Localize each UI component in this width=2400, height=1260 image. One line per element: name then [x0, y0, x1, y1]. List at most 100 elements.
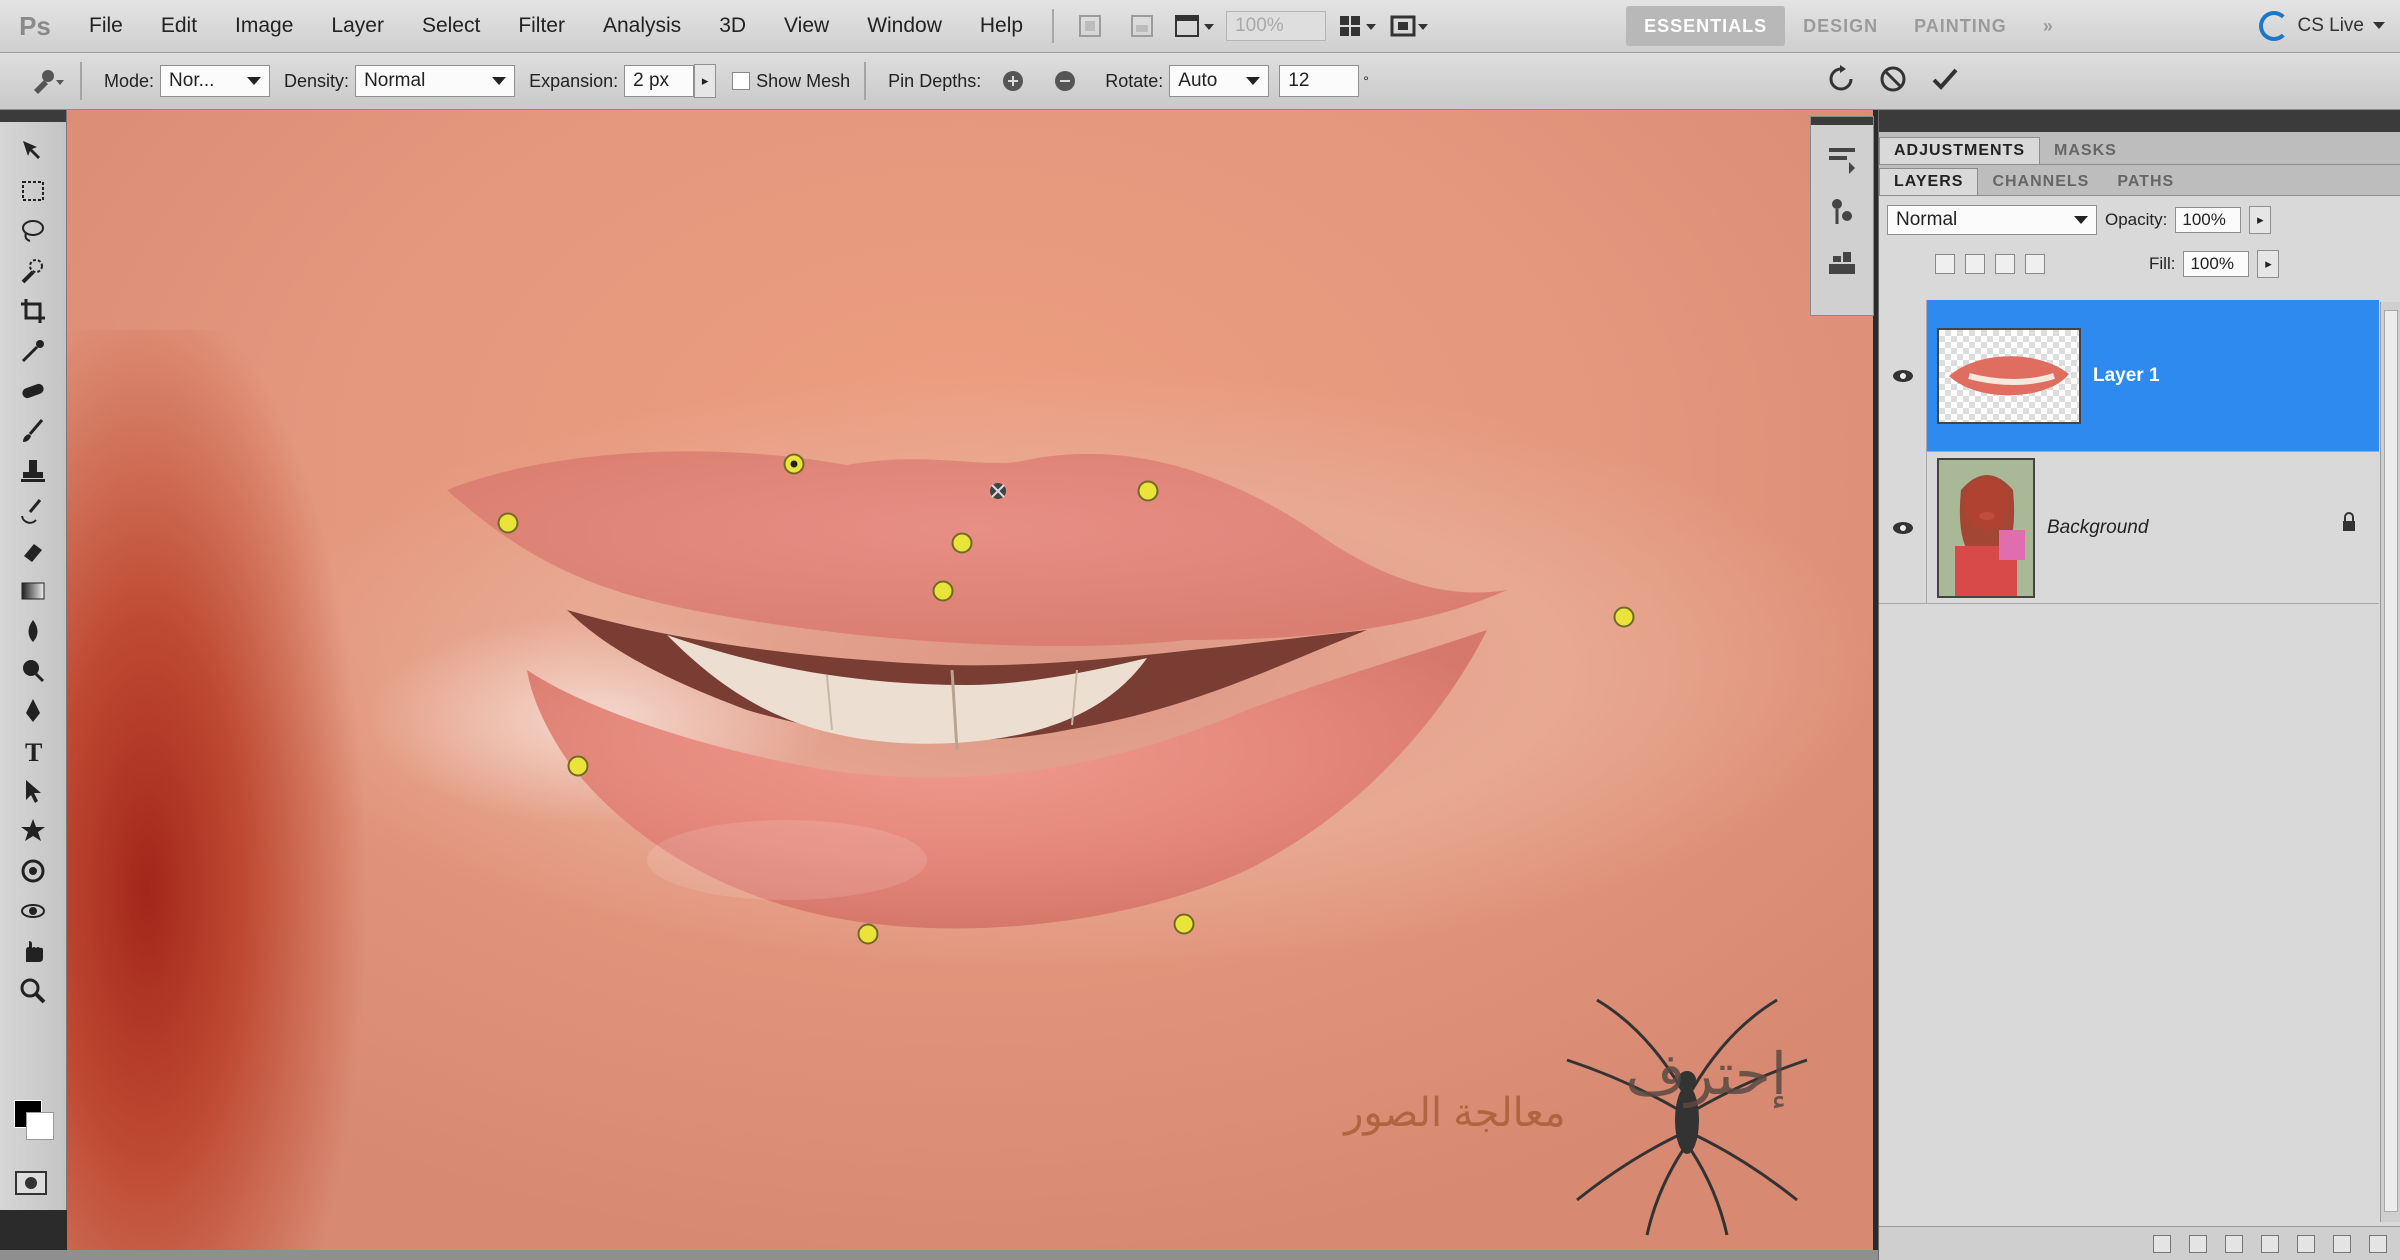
warp-pin[interactable] — [1137, 480, 1159, 502]
eraser-tool-icon[interactable] — [10, 532, 56, 570]
panel-grip[interactable] — [0, 110, 66, 122]
actions-panel-icon[interactable] — [1820, 189, 1864, 233]
panel-grip[interactable] — [1879, 110, 2400, 132]
tab-paths[interactable]: PATHS — [2103, 169, 2188, 195]
warp-pin[interactable] — [1173, 913, 1195, 935]
opacity-input[interactable]: 100% — [2175, 207, 2242, 233]
layer-name[interactable]: Background — [2047, 517, 2148, 539]
launch-bridge-icon[interactable] — [1070, 9, 1110, 43]
view-extras-icon[interactable] — [1174, 9, 1215, 43]
layer-style-icon[interactable] — [2189, 1234, 2207, 1253]
panel-grip[interactable] — [1811, 117, 1873, 125]
arrange-documents-icon[interactable] — [1338, 9, 1378, 43]
screen-mode-icon[interactable] — [1390, 9, 1430, 43]
new-layer-icon[interactable] — [2333, 1234, 2351, 1253]
menu-view[interactable]: View — [765, 14, 848, 38]
pin-forward-icon[interactable] — [993, 64, 1033, 98]
warp-pin[interactable] — [951, 532, 973, 554]
menu-analysis[interactable]: Analysis — [584, 14, 700, 38]
scrollbar-thumb[interactable] — [2384, 310, 2398, 1212]
menu-edit[interactable]: Edit — [142, 14, 216, 38]
visibility-eye-icon[interactable] — [1879, 299, 1927, 452]
workspace-essentials[interactable]: ESSENTIALS — [1626, 6, 1786, 46]
warp-pin[interactable] — [932, 580, 954, 602]
shape-tool-icon[interactable] — [10, 812, 56, 850]
clone-stamp-tool-icon[interactable] — [10, 452, 56, 490]
eyedropper-tool-icon[interactable] — [10, 332, 56, 370]
blend-mode-select[interactable]: Normal — [1887, 205, 2097, 235]
menu-3d[interactable]: 3D — [700, 14, 765, 38]
layers-scrollbar[interactable] — [2380, 302, 2400, 1222]
density-select[interactable]: Normal — [355, 65, 516, 97]
layer-comps-panel-icon[interactable] — [1820, 243, 1864, 287]
warp-pin[interactable] — [497, 512, 519, 534]
workspace-design[interactable]: DESIGN — [1785, 6, 1896, 46]
tab-channels[interactable]: CHANNELS — [1978, 169, 2103, 195]
history-brush-tool-icon[interactable] — [10, 492, 56, 530]
tab-layers[interactable]: LAYERS — [1879, 168, 1979, 195]
pen-tool-icon[interactable] — [10, 692, 56, 730]
document-canvas[interactable]: إحترف معالجة الصور — [67, 110, 1873, 1260]
lock-all-icon[interactable] — [2025, 254, 2045, 274]
path-selection-tool-icon[interactable] — [10, 772, 56, 810]
lock-pixels-icon[interactable] — [1965, 254, 1985, 274]
new-group-icon[interactable] — [2297, 1234, 2315, 1253]
move-tool-icon[interactable] — [10, 132, 56, 170]
visibility-eye-icon[interactable] — [1879, 451, 1927, 604]
layer-name[interactable]: Layer 1 — [2093, 365, 2160, 387]
3d-rotate-tool-icon[interactable] — [10, 852, 56, 890]
cs-live-button[interactable]: CS Live — [2259, 11, 2400, 41]
warp-pin[interactable] — [567, 755, 589, 777]
warp-pin[interactable] — [1613, 606, 1635, 628]
menu-filter[interactable]: Filter — [499, 14, 584, 38]
menu-layer[interactable]: Layer — [312, 14, 403, 38]
quick-selection-tool-icon[interactable] — [10, 252, 56, 290]
launch-mini-bridge-icon[interactable] — [1122, 9, 1162, 43]
puppet-warp-tool-preset-icon[interactable] — [26, 64, 66, 98]
lock-transparency-icon[interactable] — [1935, 254, 1955, 274]
blur-tool-icon[interactable] — [10, 612, 56, 650]
healing-brush-tool-icon[interactable] — [10, 372, 56, 410]
delete-layer-icon[interactable] — [2369, 1234, 2387, 1253]
menu-file[interactable]: File — [70, 14, 142, 38]
workspace-painting[interactable]: PAINTING — [1896, 6, 2025, 46]
workspace-more-button[interactable]: » — [2025, 6, 2072, 46]
opacity-slider-toggle[interactable]: ▸ — [2249, 206, 2272, 234]
type-tool-icon[interactable]: T — [10, 732, 56, 770]
link-layers-icon[interactable] — [2153, 1234, 2171, 1253]
menu-help[interactable]: Help — [961, 14, 1042, 38]
rotate-select[interactable]: Auto — [1169, 65, 1270, 97]
fill-input[interactable]: 100% — [2183, 251, 2250, 277]
lasso-tool-icon[interactable] — [10, 212, 56, 250]
menu-window[interactable]: Window — [848, 14, 961, 38]
gradient-tool-icon[interactable] — [10, 572, 56, 610]
fill-slider-toggle[interactable]: ▸ — [2257, 250, 2280, 278]
crop-tool-icon[interactable] — [10, 292, 56, 330]
adjustment-layer-icon[interactable] — [2261, 1234, 2279, 1253]
menu-image[interactable]: Image — [216, 14, 312, 38]
dodge-tool-icon[interactable] — [10, 652, 56, 690]
layer-row-background[interactable]: Background — [1879, 451, 2379, 604]
cancel-warp-icon[interactable] — [1878, 64, 1908, 99]
add-mask-icon[interactable] — [2225, 1234, 2243, 1253]
menu-select[interactable]: Select — [403, 14, 499, 38]
zoom-level[interactable]: 100% — [1226, 11, 1327, 41]
warp-pin-selected[interactable] — [783, 453, 805, 475]
background-color-swatch[interactable] — [26, 1112, 54, 1140]
brush-tool-icon[interactable] — [10, 412, 56, 450]
zoom-tool-icon[interactable] — [10, 972, 56, 1010]
rotate-angle-input[interactable]: 12 — [1279, 65, 1360, 97]
commit-warp-icon[interactable] — [1930, 64, 1960, 99]
marquee-tool-icon[interactable] — [10, 172, 56, 210]
expansion-slider-toggle[interactable]: ▸ — [694, 64, 717, 98]
hand-tool-icon[interactable] — [10, 932, 56, 970]
layer-row-layer-1[interactable]: Layer 1 — [1879, 299, 2379, 452]
warp-pin[interactable] — [857, 923, 879, 945]
quick-mask-icon[interactable] — [14, 1170, 48, 1201]
tab-adjustments[interactable]: ADJUSTMENTS — [1879, 137, 2041, 164]
expansion-input[interactable]: 2 px — [624, 65, 695, 97]
show-mesh-checkbox[interactable] — [732, 72, 751, 90]
tab-masks[interactable]: MASKS — [2040, 138, 2131, 164]
pin-backward-icon[interactable] — [1045, 64, 1085, 98]
mode-select[interactable]: Nor... — [160, 65, 271, 97]
